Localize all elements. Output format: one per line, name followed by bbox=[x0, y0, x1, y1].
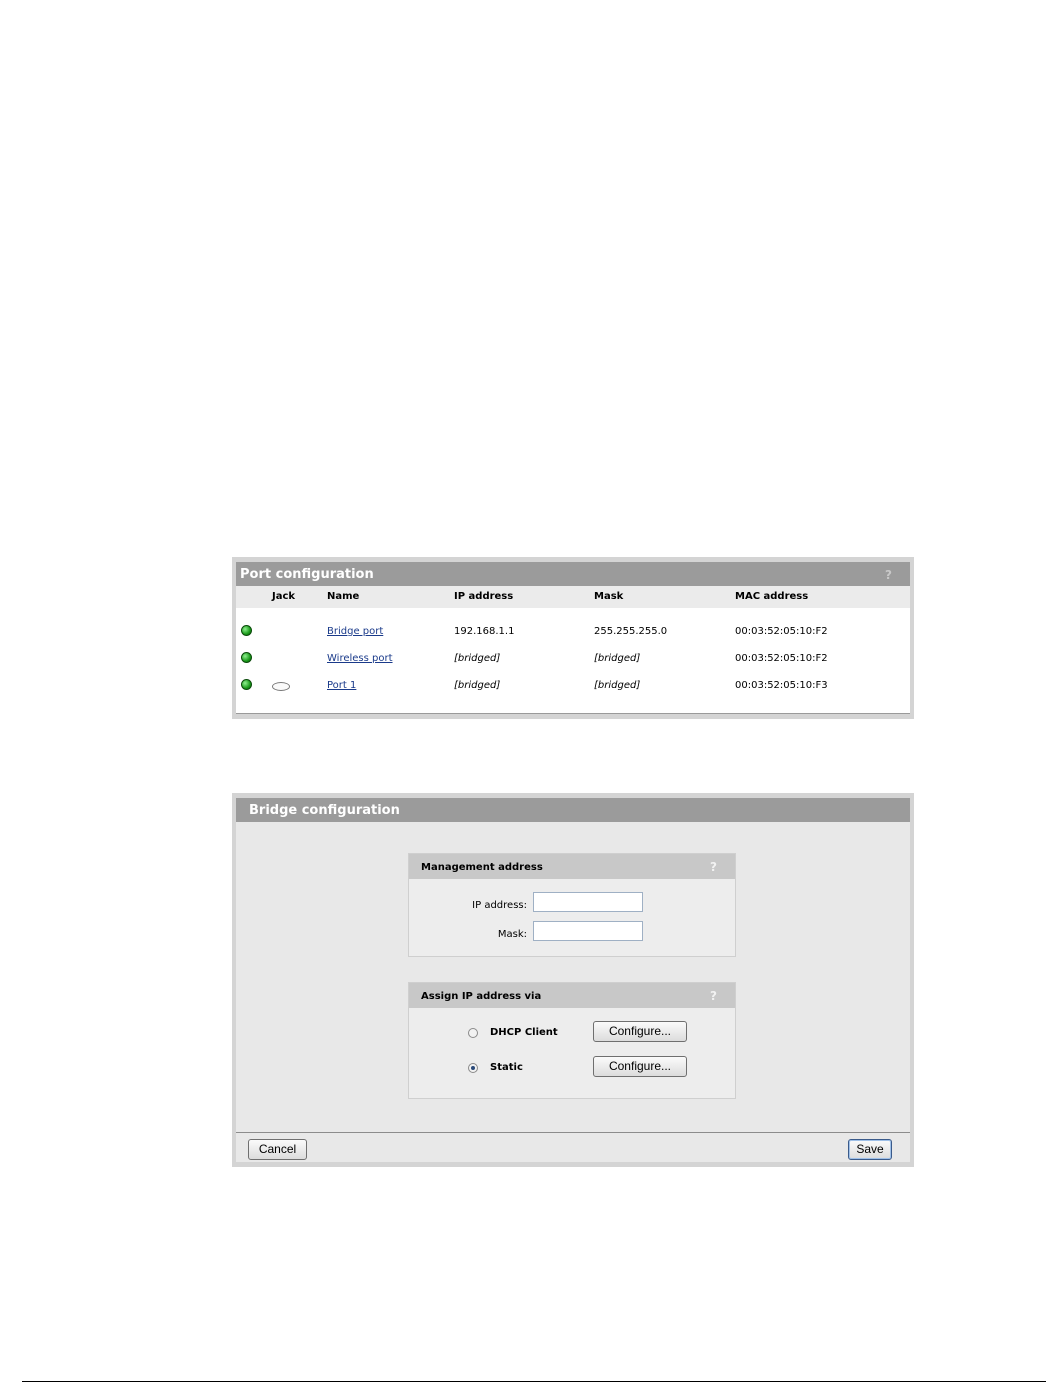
status-led-icon bbox=[241, 652, 252, 663]
status-led-icon bbox=[241, 679, 252, 690]
port-mask: 255.255.255.0 bbox=[594, 626, 668, 637]
dhcp-client-radio[interactable] bbox=[468, 1028, 478, 1038]
help-icon[interactable]: ? bbox=[885, 562, 892, 588]
status-led-icon bbox=[241, 625, 252, 636]
ip-address-input[interactable] bbox=[533, 892, 643, 912]
bridge-configuration-body: Bridge configuration Management address … bbox=[236, 798, 910, 1162]
jack-icon bbox=[272, 682, 290, 691]
dhcp-configure-button[interactable]: Configure... bbox=[593, 1021, 687, 1042]
table-row: Port 1 [bridged] [bridged] 00:03:52:05:1… bbox=[236, 679, 910, 700]
assign-ip-box: Assign IP address via ? DHCP Client Conf… bbox=[408, 982, 736, 1099]
table-row: Wireless port [bridged] [bridged] 00:03:… bbox=[236, 652, 910, 673]
mask-label: Mask: bbox=[497, 929, 527, 940]
footer-divider bbox=[236, 1132, 910, 1133]
port-ip: [bridged] bbox=[454, 680, 501, 691]
column-header-mask: Mask bbox=[594, 591, 624, 602]
mask-input[interactable] bbox=[533, 921, 643, 941]
port-ip: 192.168.1.1 bbox=[454, 626, 515, 637]
port-link-port-1[interactable]: Port 1 bbox=[327, 680, 356, 691]
static-label: Static bbox=[490, 1062, 523, 1073]
port-mac: 00:03:52:05:10:F2 bbox=[735, 626, 828, 637]
port-configuration-body: Port configuration ? Jack Name IP addres… bbox=[236, 562, 910, 714]
column-header-name: Name bbox=[327, 591, 360, 602]
port-link-wireless[interactable]: Wireless port bbox=[327, 653, 393, 664]
port-link-bridge[interactable]: Bridge port bbox=[327, 626, 383, 637]
column-header-ip: IP address bbox=[454, 591, 514, 602]
port-configuration-panel: Port configuration ? Jack Name IP addres… bbox=[232, 557, 914, 719]
port-configuration-title-bar: Port configuration ? bbox=[236, 562, 910, 586]
management-address-title: Management address bbox=[421, 862, 543, 873]
port-mac: 00:03:52:05:10:F3 bbox=[735, 680, 828, 691]
column-header-jack: Jack bbox=[272, 591, 296, 602]
assign-ip-title: Assign IP address via bbox=[421, 991, 542, 1002]
dhcp-client-label: DHCP Client bbox=[490, 1027, 558, 1038]
port-ip: [bridged] bbox=[454, 653, 501, 664]
save-button[interactable]: Save bbox=[848, 1139, 892, 1160]
bridge-configuration-title-bar: Bridge configuration bbox=[236, 798, 910, 822]
table-row: Bridge port 192.168.1.1 255.255.255.0 00… bbox=[236, 625, 910, 646]
management-address-title-bar: Management address ? bbox=[409, 854, 735, 879]
port-table-header: Jack Name IP address Mask MAC address bbox=[236, 586, 910, 608]
port-configuration-title: Port configuration bbox=[240, 567, 374, 582]
column-header-mac: MAC address bbox=[735, 591, 809, 602]
assign-ip-title-bar: Assign IP address via ? bbox=[409, 983, 735, 1008]
port-mask: [bridged] bbox=[594, 653, 641, 664]
bridge-configuration-title: Bridge configuration bbox=[249, 803, 400, 818]
ip-address-label: IP address: bbox=[472, 900, 527, 911]
port-mask: [bridged] bbox=[594, 680, 641, 691]
bridge-configuration-panel: Bridge configuration Management address … bbox=[232, 793, 914, 1167]
cancel-button[interactable]: Cancel bbox=[248, 1139, 307, 1160]
management-address-box: Management address ? IP address: Mask: bbox=[408, 853, 736, 957]
help-icon[interactable]: ? bbox=[710, 854, 717, 881]
static-configure-button[interactable]: Configure... bbox=[593, 1056, 687, 1077]
static-radio[interactable] bbox=[468, 1063, 478, 1073]
help-icon[interactable]: ? bbox=[710, 983, 717, 1010]
port-mac: 00:03:52:05:10:F2 bbox=[735, 653, 828, 664]
